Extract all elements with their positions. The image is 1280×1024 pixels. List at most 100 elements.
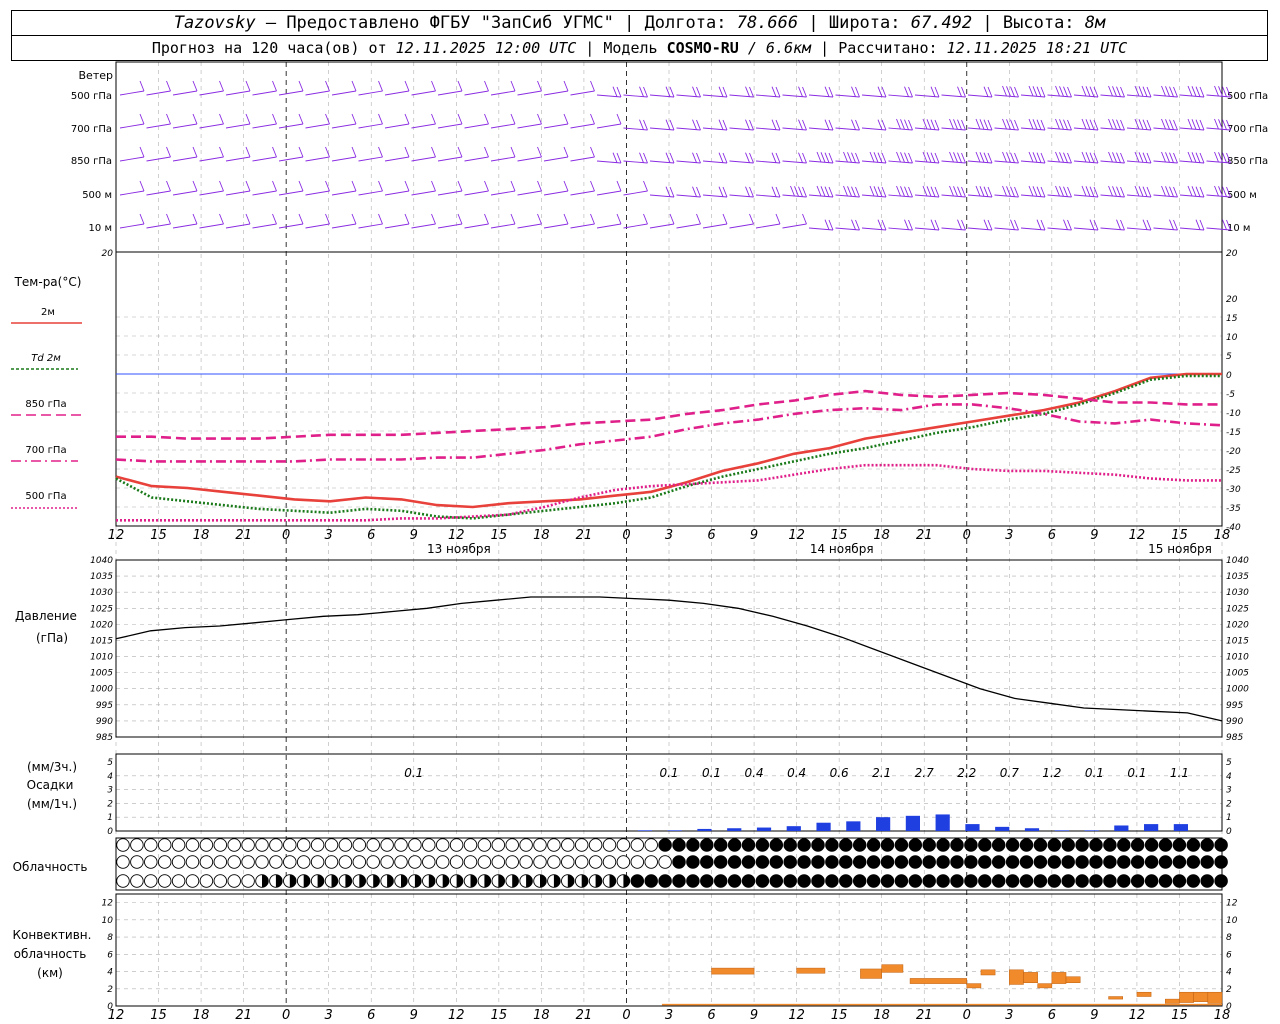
cloud-symbol-half bbox=[317, 874, 324, 888]
convective-tick-label: 4 bbox=[107, 968, 113, 978]
wind-barb-feather bbox=[961, 186, 966, 198]
wind-barb-feather bbox=[961, 86, 966, 98]
precip-total-label: 0.7 bbox=[1000, 766, 1019, 780]
wind-barb-feather bbox=[692, 152, 697, 163]
wind-barb-feather bbox=[896, 151, 901, 163]
wind-barb-shaft bbox=[278, 123, 304, 129]
wind-barb-shaft bbox=[596, 223, 622, 229]
cloud-symbol bbox=[296, 838, 311, 852]
wind-barb-feather bbox=[616, 113, 622, 125]
wind-barb-feather bbox=[975, 185, 981, 197]
wind-barb bbox=[914, 151, 940, 164]
precip-total-label: 2.1 bbox=[872, 766, 891, 780]
wind-barb bbox=[570, 180, 595, 196]
hour-label-bottom: 12 bbox=[1129, 1008, 1146, 1023]
wind-barb-shaft bbox=[570, 190, 595, 196]
hour-label-middle: 15 bbox=[491, 528, 508, 543]
wind-barb bbox=[676, 152, 701, 164]
cloud-symbol bbox=[908, 874, 923, 888]
wind-level-label-left: 500 гПа bbox=[71, 91, 112, 102]
cloud-symbol bbox=[255, 855, 269, 869]
wind-barb-feather bbox=[1028, 151, 1034, 163]
wind-barb-feather bbox=[665, 119, 671, 130]
wind-barb-feather bbox=[139, 146, 145, 158]
wind-barb-shaft bbox=[914, 94, 940, 98]
wind-barb-shaft bbox=[755, 223, 781, 229]
cloud-symbol bbox=[1005, 874, 1020, 888]
wind-barb-feather bbox=[431, 180, 436, 192]
wind-barb-feather bbox=[1199, 219, 1205, 231]
cloud-symbol bbox=[269, 855, 283, 869]
wind-barb-feather bbox=[1081, 151, 1087, 163]
wind-barb-feather bbox=[1187, 118, 1193, 130]
wind-barb bbox=[861, 219, 887, 231]
wind-barb bbox=[437, 213, 463, 229]
hour-label-middle: 15 bbox=[1171, 528, 1188, 543]
wind-barb-feather bbox=[219, 146, 224, 158]
wind-barb-shaft bbox=[994, 227, 1019, 231]
wind-barb-feather bbox=[1199, 86, 1205, 98]
wind-barb-feather bbox=[378, 213, 383, 225]
wind-barb-shaft bbox=[358, 123, 383, 129]
wind-barb bbox=[358, 180, 383, 196]
cloud-symbol bbox=[130, 838, 144, 852]
wind-barb-feather bbox=[900, 152, 905, 163]
wind-barb-feather bbox=[1214, 85, 1219, 97]
precip-bar bbox=[965, 824, 980, 831]
pressure-tick-label: 1035 bbox=[90, 572, 113, 582]
cloud-symbol bbox=[797, 874, 811, 888]
wind-barb bbox=[1126, 219, 1152, 231]
cloud-symbol bbox=[922, 855, 936, 869]
wind-barb bbox=[570, 213, 595, 229]
cloud-symbol bbox=[672, 838, 686, 852]
wind-barb-feather bbox=[1036, 186, 1042, 197]
wind-barb-shaft bbox=[623, 190, 648, 196]
wind-barb-feather bbox=[983, 219, 989, 230]
hour-label-bottom: 21 bbox=[576, 1008, 593, 1023]
wind-barb bbox=[464, 213, 489, 229]
wind-barb-feather bbox=[824, 152, 830, 163]
wind-barb-feather bbox=[665, 86, 671, 97]
wind-barb-feather bbox=[1014, 186, 1019, 198]
temp-tick-label: -15 bbox=[1226, 428, 1241, 438]
wind-barb-feather bbox=[166, 113, 171, 125]
wind-barb bbox=[543, 80, 569, 96]
hour-label-middle: 21 bbox=[235, 528, 252, 543]
cloud-symbol bbox=[741, 855, 756, 869]
wind-barb-feather bbox=[1142, 86, 1148, 97]
wind-barb-feather bbox=[1195, 86, 1201, 97]
cloud-symbol bbox=[1172, 874, 1187, 888]
convective-bar bbox=[1179, 991, 1194, 1003]
wind-barb-shaft bbox=[543, 90, 569, 96]
cloud-symbol bbox=[213, 838, 228, 852]
wind-barb-feather bbox=[900, 186, 905, 197]
hour-label-bottom: 9 bbox=[750, 1008, 758, 1023]
hour-label-middle: 15 bbox=[150, 528, 167, 543]
cloud-symbol bbox=[936, 855, 950, 869]
pressure-tick-label: 1005 bbox=[1226, 669, 1249, 679]
wind-barb-feather bbox=[457, 146, 463, 158]
cloud-symbol-half bbox=[428, 874, 436, 888]
pressure-tick-label: 1040 bbox=[90, 556, 113, 566]
wind-barb-feather bbox=[139, 80, 145, 92]
cloud-symbol bbox=[797, 838, 811, 852]
precip-total-label: 0.4 bbox=[787, 766, 806, 780]
cloud-symbol bbox=[1158, 855, 1173, 869]
wind-level-label-right: 500 м bbox=[1227, 190, 1257, 201]
convective-tick-label: 10 bbox=[1226, 916, 1238, 926]
wind-barb-feather bbox=[1116, 219, 1121, 230]
hour-label-bottom: 0 bbox=[963, 1008, 971, 1023]
wind-barb bbox=[941, 185, 966, 198]
cloud-symbol-half bbox=[498, 874, 505, 888]
wind-barb-feather bbox=[563, 80, 569, 92]
wind-barb-feather bbox=[1199, 186, 1205, 198]
cloud-symbol bbox=[1019, 855, 1034, 869]
convective-bar bbox=[1193, 991, 1209, 1002]
wind-level-label-left: 850 гПа bbox=[71, 156, 112, 167]
cloud-symbol bbox=[866, 855, 881, 869]
wind-barb bbox=[305, 180, 330, 196]
cloud-symbol bbox=[964, 838, 978, 852]
wind-barb bbox=[464, 80, 489, 96]
wind-barb-feather bbox=[802, 152, 807, 164]
cloud-symbol bbox=[1158, 838, 1173, 852]
